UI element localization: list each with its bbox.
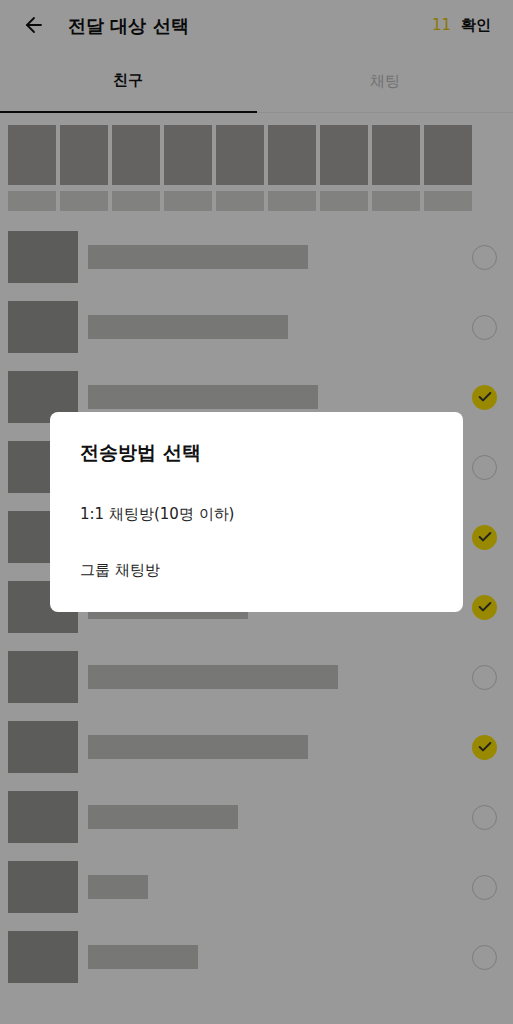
dialog-title: 전송방법 선택 (50, 438, 463, 487)
send-method-dialog: 전송방법 선택1:1 채팅방(10명 이하)그룹 채팅방 (50, 412, 463, 613)
dialog-option[interactable]: 1:1 채팅방(10명 이하) (50, 486, 463, 542)
screen: 전달 대상 선택11확인친구채팅전송방법 선택1:1 채팅방(10명 이하)그룹… (0, 0, 513, 1024)
dialog-option[interactable]: 그룹 채팅방 (50, 542, 463, 598)
dim-overlay: 전송방법 선택1:1 채팅방(10명 이하)그룹 채팅방 (0, 0, 513, 1024)
